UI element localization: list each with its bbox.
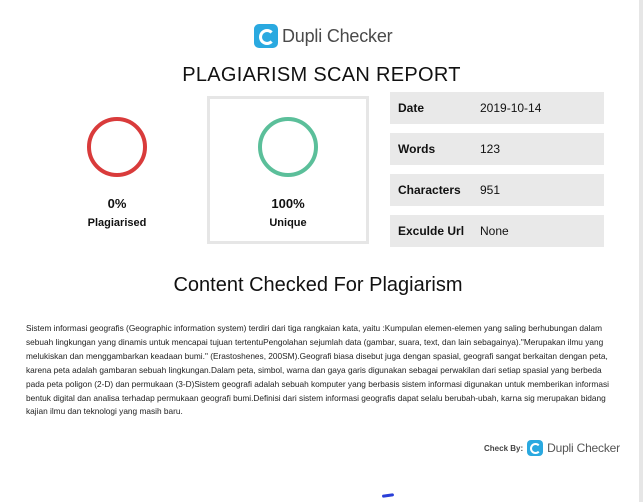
content-text: Sistem informasi geografis (Geographic i… (26, 323, 609, 417)
plagiarised-ring-icon (87, 117, 147, 177)
info-row-words: Words 123 (390, 133, 604, 165)
blue-mark-icon (381, 493, 395, 498)
info-value: 123 (480, 142, 501, 156)
info-key: Exculde Url (398, 224, 465, 238)
content-title: Content Checked For Plagiarism (173, 274, 463, 296)
duplichecker-logo: Dupli Checker (254, 24, 393, 48)
info-row-characters: Characters 951 (390, 174, 604, 206)
report-title: PLAGIARISM SCAN REPORT (182, 64, 461, 86)
footer-logo-text: Dupli Checker (547, 441, 620, 455)
plagiarised-percent: 0% (107, 196, 127, 211)
info-key: Date (398, 101, 425, 115)
unique-percent: 100% (271, 196, 305, 211)
plagiarised-metric: 0% Plagiarised (42, 96, 192, 244)
info-key: Words (398, 142, 436, 156)
check-by-footer: Check By: Dupli Checker (484, 440, 620, 456)
info-value: 951 (480, 183, 501, 197)
unique-metric: 100% Unique (207, 96, 369, 244)
info-row-date: Date 2019-10-14 (390, 92, 604, 124)
check-by-label: Check By: (484, 443, 524, 453)
plagiarised-label: Plagiarised (87, 217, 147, 229)
logo-text: Dupli Checker (282, 25, 393, 46)
info-value: 2019-10-14 (480, 101, 542, 115)
info-row-exclude-url: Exculde Url None (390, 215, 604, 247)
info-value: None (480, 224, 509, 238)
info-key: Characters (398, 183, 461, 197)
unique-label: Unique (269, 217, 307, 229)
duplichecker-small-logo-icon (527, 440, 544, 456)
duplichecker-logo-icon (254, 24, 278, 48)
unique-ring-icon (258, 117, 318, 177)
